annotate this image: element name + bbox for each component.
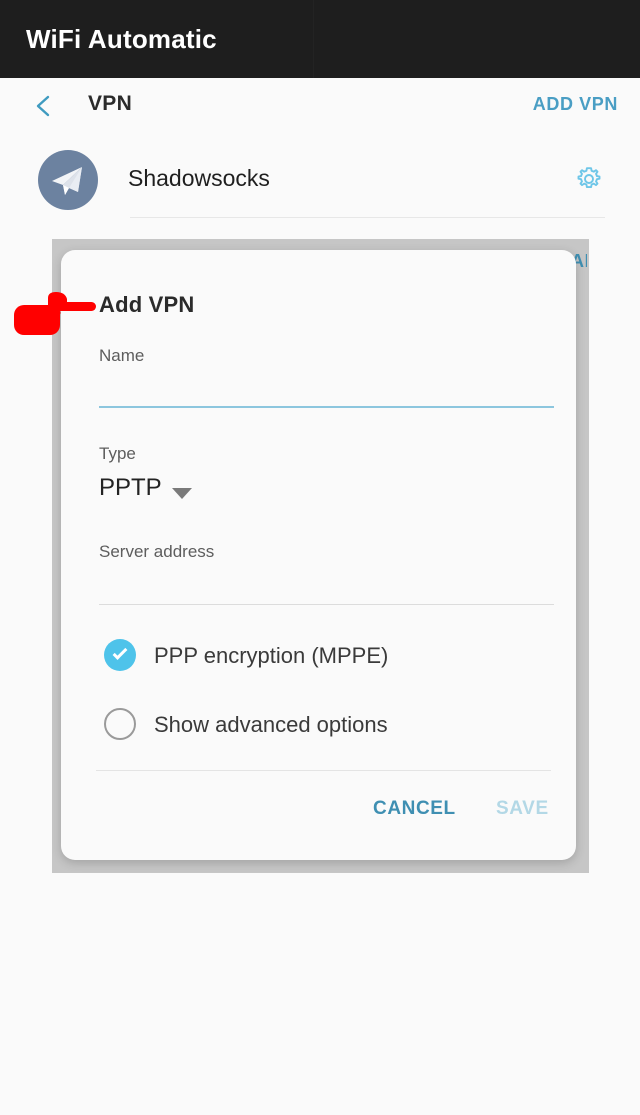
title-bar-seam bbox=[313, 0, 314, 78]
server-address-field-label: Server address bbox=[99, 542, 215, 561]
paper-plane-icon bbox=[38, 150, 98, 210]
show-advanced-options-label: Show advanced options bbox=[154, 712, 388, 737]
list-item[interactable]: Shadowsocks bbox=[0, 141, 640, 218]
name-field-label: Name bbox=[99, 346, 145, 365]
show-advanced-options-row[interactable]: Show advanced options bbox=[61, 708, 576, 748]
chevron-left-icon[interactable] bbox=[30, 92, 58, 120]
check-icon bbox=[112, 645, 128, 660]
ppp-encryption-row[interactable]: PPP encryption (MPPE) bbox=[61, 639, 576, 679]
show-advanced-options-checkbox[interactable] bbox=[104, 708, 136, 740]
chevron-down-icon[interactable] bbox=[172, 488, 192, 499]
app-title-bar: WiFi Automatic bbox=[0, 0, 640, 78]
name-input[interactable] bbox=[99, 406, 554, 408]
vpn-name-label: Shadowsocks bbox=[128, 165, 270, 191]
gear-icon[interactable] bbox=[574, 164, 604, 194]
type-field-label: Type bbox=[99, 444, 136, 463]
add-vpn-dialog: Add VPN Name Type PPTP Server address PP… bbox=[61, 250, 576, 860]
add-vpn-button[interactable]: ADD VPN bbox=[533, 94, 618, 115]
action-bar: VPN ADD VPN bbox=[0, 78, 640, 134]
cancel-button[interactable]: CANCEL bbox=[373, 798, 456, 820]
app-title: WiFi Automatic bbox=[26, 23, 217, 54]
ppp-encryption-checkbox[interactable] bbox=[104, 639, 136, 671]
dialog-title: Add VPN bbox=[99, 292, 195, 317]
page-title: VPN bbox=[88, 92, 133, 115]
type-selected-value[interactable]: PPTP bbox=[99, 474, 162, 502]
list-divider bbox=[130, 217, 605, 218]
server-address-input[interactable] bbox=[99, 604, 554, 605]
dialog-separator bbox=[96, 770, 551, 771]
save-button: SAVE bbox=[496, 798, 549, 819]
ppp-encryption-label: PPP encryption (MPPE) bbox=[154, 643, 389, 668]
